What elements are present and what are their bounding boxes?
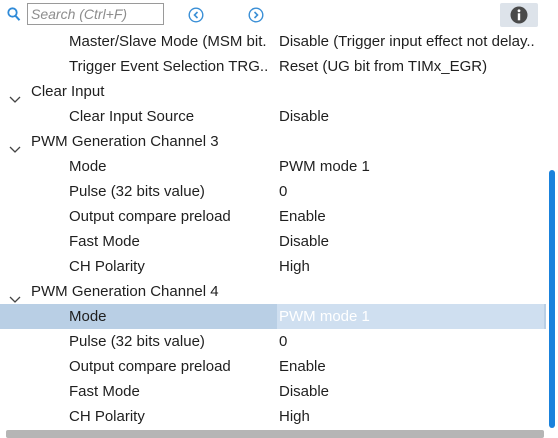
vertical-scrollbar-thumb[interactable] [549, 170, 555, 428]
tree-group-row[interactable]: Clear Input [0, 79, 546, 104]
property-label: Master/Slave Mode (MSM bit. [69, 33, 267, 50]
toolbar [0, 0, 558, 30]
property-row[interactable]: Pulse (32 bits value) 0 [0, 179, 546, 204]
property-row[interactable]: Pulse (32 bits value) 0 [0, 329, 546, 354]
arrow-right-circle-icon[interactable] [248, 7, 264, 23]
property-row[interactable]: Mode PWM mode 1 [0, 154, 546, 179]
search-icon [7, 7, 21, 26]
property-value[interactable]: High [279, 404, 544, 429]
property-label: Fast Mode [69, 383, 140, 400]
property-label: Clear Input Source [69, 108, 195, 125]
property-row[interactable]: Fast Mode Disable [0, 379, 546, 404]
property-row[interactable]: Mode PWM mode 1 [0, 304, 546, 329]
property-label: Output compare preload [69, 358, 231, 375]
property-value[interactable]: Enable [279, 204, 544, 229]
property-row[interactable]: Output compare preload Enable [0, 354, 546, 379]
property-value[interactable]: 0 [279, 329, 544, 354]
property-label: Mode [69, 308, 107, 325]
property-value[interactable]: Enable [279, 354, 544, 379]
group-label: PWM Generation Channel 3 [31, 133, 219, 150]
property-value[interactable]: PWM mode 1 [279, 154, 544, 179]
property-row[interactable]: Output compare preload Enable [0, 204, 546, 229]
info-button[interactable] [500, 3, 538, 27]
property-row[interactable]: CH Polarity High [0, 404, 546, 429]
property-label: CH Polarity [69, 408, 145, 425]
property-label: Trigger Event Selection TRG.. [69, 58, 269, 75]
group-label: PWM Generation Channel 4 [31, 283, 219, 300]
property-value[interactable]: Disable (Trigger input effect not delay.… [279, 29, 544, 54]
property-value[interactable]: PWM mode 1 [277, 304, 544, 329]
property-row[interactable]: Master/Slave Mode (MSM bit. Disable (Trig… [0, 29, 546, 54]
tree-group-row[interactable]: PWM Generation Channel 4 [0, 279, 546, 304]
property-value[interactable]: High [279, 254, 544, 279]
property-label: Output compare preload [69, 208, 231, 225]
property-label: Mode [69, 158, 107, 175]
property-row[interactable]: Trigger Event Selection TRG.. Reset (UG b… [0, 54, 546, 79]
arrow-left-circle-icon[interactable] [188, 7, 204, 23]
property-value[interactable]: 0 [279, 179, 544, 204]
property-row[interactable]: Clear Input Source Disable [0, 104, 546, 129]
group-label: Clear Input [31, 83, 105, 100]
property-value[interactable]: Disable [279, 229, 544, 254]
property-value[interactable]: Disable [279, 104, 544, 129]
property-value[interactable]: Disable [279, 379, 544, 404]
property-label: CH Polarity [69, 258, 145, 275]
property-label: Pulse (32 bits value) [69, 333, 205, 350]
property-row[interactable]: CH Polarity High [0, 254, 546, 279]
horizontal-scrollbar[interactable] [6, 430, 544, 438]
tree-group-row[interactable]: PWM Generation Channel 3 [0, 129, 546, 154]
search-input[interactable] [27, 3, 164, 25]
property-value[interactable]: Reset (UG bit from TIMx_EGR) [279, 54, 544, 79]
property-label: Fast Mode [69, 233, 140, 250]
property-row[interactable]: Fast Mode Disable [0, 229, 546, 254]
parameter-tree: Master/Slave Mode (MSM bit. Disable (Trig… [0, 29, 546, 429]
property-label: Pulse (32 bits value) [69, 183, 205, 200]
